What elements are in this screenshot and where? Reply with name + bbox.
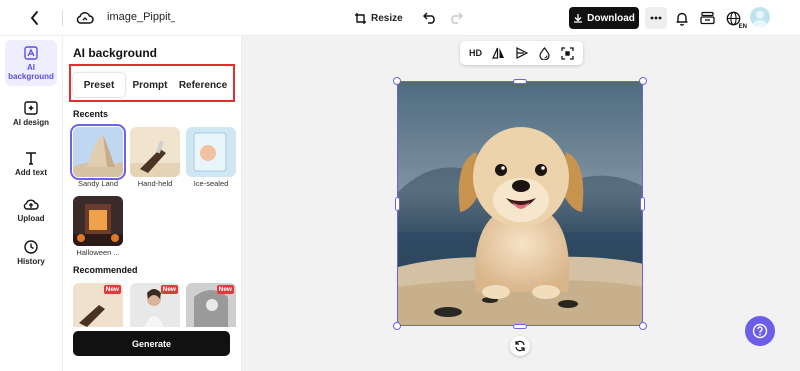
halloween-image — [73, 196, 123, 246]
resize-handle-top[interactable] — [513, 79, 527, 84]
resize-label: Resize — [371, 12, 403, 24]
preset-label: Hand-held — [137, 179, 173, 188]
back-button[interactable] — [24, 8, 46, 28]
resize-handle-bottom-left[interactable] — [393, 322, 401, 330]
redo-icon — [451, 12, 463, 24]
resize-handle-left[interactable] — [395, 197, 400, 211]
undo-icon — [423, 12, 435, 24]
more-button[interactable] — [645, 7, 667, 29]
ai-design-icon — [24, 100, 38, 115]
opacity-button[interactable] — [536, 44, 554, 62]
recommended-thumb[interactable]: New — [130, 283, 180, 327]
rail-item-label: History — [17, 256, 45, 266]
preset-thumb-sandy-land[interactable] — [70, 124, 126, 180]
tab-preset[interactable]: Preset — [73, 73, 125, 97]
new-badge: New — [160, 285, 178, 294]
resize-button[interactable]: Resize — [350, 7, 407, 29]
recents-title: Recents — [73, 109, 109, 119]
resize-handle-bottom[interactable] — [513, 324, 527, 329]
top-bar: image_Pippit_20 Resize Download EN — [0, 0, 800, 36]
rail-item-add-text[interactable]: Add text — [5, 140, 57, 186]
send-icon — [515, 47, 528, 59]
rail-item-ai-background[interactable]: AI background — [5, 40, 57, 86]
canvas-area: HD — [242, 36, 800, 371]
droplet-icon — [539, 46, 550, 60]
preset-thumb-hand-held[interactable] — [130, 127, 180, 177]
resize-handle-top-right[interactable] — [639, 77, 647, 85]
language-button[interactable]: EN — [722, 7, 747, 30]
divider — [62, 10, 63, 26]
canvas-image[interactable] — [397, 81, 643, 326]
preset-thumb-ice-sealed[interactable] — [186, 127, 236, 177]
preset-label: Ice-sealed — [193, 179, 229, 188]
download-button[interactable]: Download — [569, 7, 639, 29]
avatar[interactable] — [750, 7, 770, 27]
redo-button[interactable] — [446, 8, 466, 28]
recommended-title: Recommended — [73, 265, 138, 275]
layers-icon — [699, 11, 715, 25]
text-icon — [26, 151, 36, 165]
preset-label: Sandy Land — [77, 179, 119, 188]
rail-item-label: Upload — [17, 213, 45, 223]
mode-tabs: Preset Prompt Reference — [73, 73, 231, 97]
preset-thumb-halloween[interactable] — [73, 196, 123, 246]
download-label: Download — [587, 12, 635, 24]
rail-item-history[interactable]: History — [5, 229, 57, 275]
left-rail: AI background AI design Add text Upload … — [0, 36, 63, 371]
download-icon — [574, 14, 583, 23]
ai-background-panel: AI background Preset Prompt Reference Re… — [63, 36, 242, 371]
notifications-button[interactable] — [672, 8, 692, 28]
upload-icon — [23, 199, 39, 210]
language-code: EN — [738, 24, 747, 30]
crop-focus-button[interactable] — [559, 44, 577, 62]
bell-icon — [676, 12, 688, 26]
rail-item-label: Add text — [15, 167, 47, 177]
more-icon — [650, 16, 662, 20]
rail-item-upload[interactable]: Upload — [5, 186, 57, 232]
file-name[interactable]: image_Pippit_20 — [107, 11, 175, 23]
new-badge: New — [216, 285, 234, 294]
undo-button[interactable] — [420, 8, 440, 28]
resize-handle-top-left[interactable] — [393, 77, 401, 85]
panel-title: AI background — [73, 46, 158, 60]
image-toolbar: HD — [460, 41, 583, 65]
hand-held-image — [130, 127, 180, 177]
generate-button[interactable]: Generate — [73, 331, 230, 356]
sandy-land-image — [73, 127, 123, 177]
question-icon — [752, 323, 768, 339]
arrange-button[interactable] — [513, 44, 531, 62]
rail-item-label: AI background — [8, 63, 54, 81]
tab-reference[interactable]: Reference — [175, 73, 231, 97]
chevron-left-icon — [30, 11, 38, 25]
new-badge: New — [103, 285, 121, 294]
ai-background-icon — [24, 46, 38, 60]
flip-icon — [492, 47, 504, 59]
preset-label: Halloween ... — [76, 248, 120, 257]
puppy-on-beach-image — [398, 82, 642, 325]
assets-button[interactable] — [697, 8, 717, 28]
tab-prompt[interactable]: Prompt — [125, 73, 175, 97]
history-icon — [24, 239, 38, 254]
ice-sealed-image — [186, 127, 236, 177]
user-avatar-icon — [752, 11, 768, 27]
recommended-thumb[interactable]: New — [73, 283, 123, 327]
rotate-button[interactable] — [510, 336, 530, 356]
focus-icon — [561, 46, 574, 60]
rail-item-label: AI design — [12, 117, 49, 127]
cloud-sync-button[interactable] — [74, 8, 96, 28]
hd-button[interactable]: HD — [467, 44, 485, 62]
cloud-icon — [76, 12, 94, 24]
resize-handle-bottom-right[interactable] — [639, 322, 647, 330]
help-button[interactable] — [745, 316, 775, 346]
recommended-thumb[interactable]: New — [186, 283, 236, 327]
rotate-icon — [515, 340, 525, 352]
resize-icon — [355, 12, 366, 24]
resize-handle-right[interactable] — [640, 197, 645, 211]
rail-item-ai-design[interactable]: AI design — [5, 90, 57, 136]
flip-button[interactable] — [490, 44, 508, 62]
